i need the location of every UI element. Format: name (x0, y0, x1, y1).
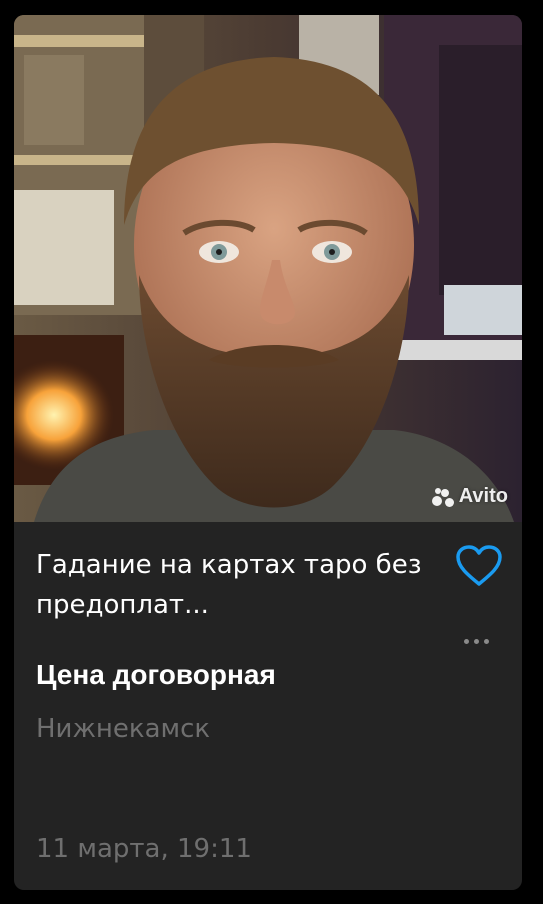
more-dot (483, 638, 489, 644)
listing-title[interactable]: Гадание на картах таро без предоплат... (36, 545, 436, 625)
listing-date: 11 марта, 19:11 (36, 834, 252, 864)
listing-photo-image (14, 15, 522, 522)
more-dot (473, 638, 479, 644)
listing-location: Нижнекамск (36, 714, 211, 744)
avito-logo-icon (431, 487, 456, 507)
listing-price: Цена договорная (36, 659, 276, 690)
listing-card[interactable]: Avito Гадание на картах таро без предопл… (14, 15, 522, 890)
heart-outline-icon (456, 545, 502, 586)
avito-watermark: Avito (431, 485, 508, 508)
more-dots-icon (463, 638, 469, 644)
favorite-button[interactable] (454, 543, 504, 589)
avito-watermark-text: Avito (458, 485, 508, 507)
more-options-button[interactable] (454, 629, 498, 653)
listing-photo[interactable]: Avito (14, 15, 522, 522)
